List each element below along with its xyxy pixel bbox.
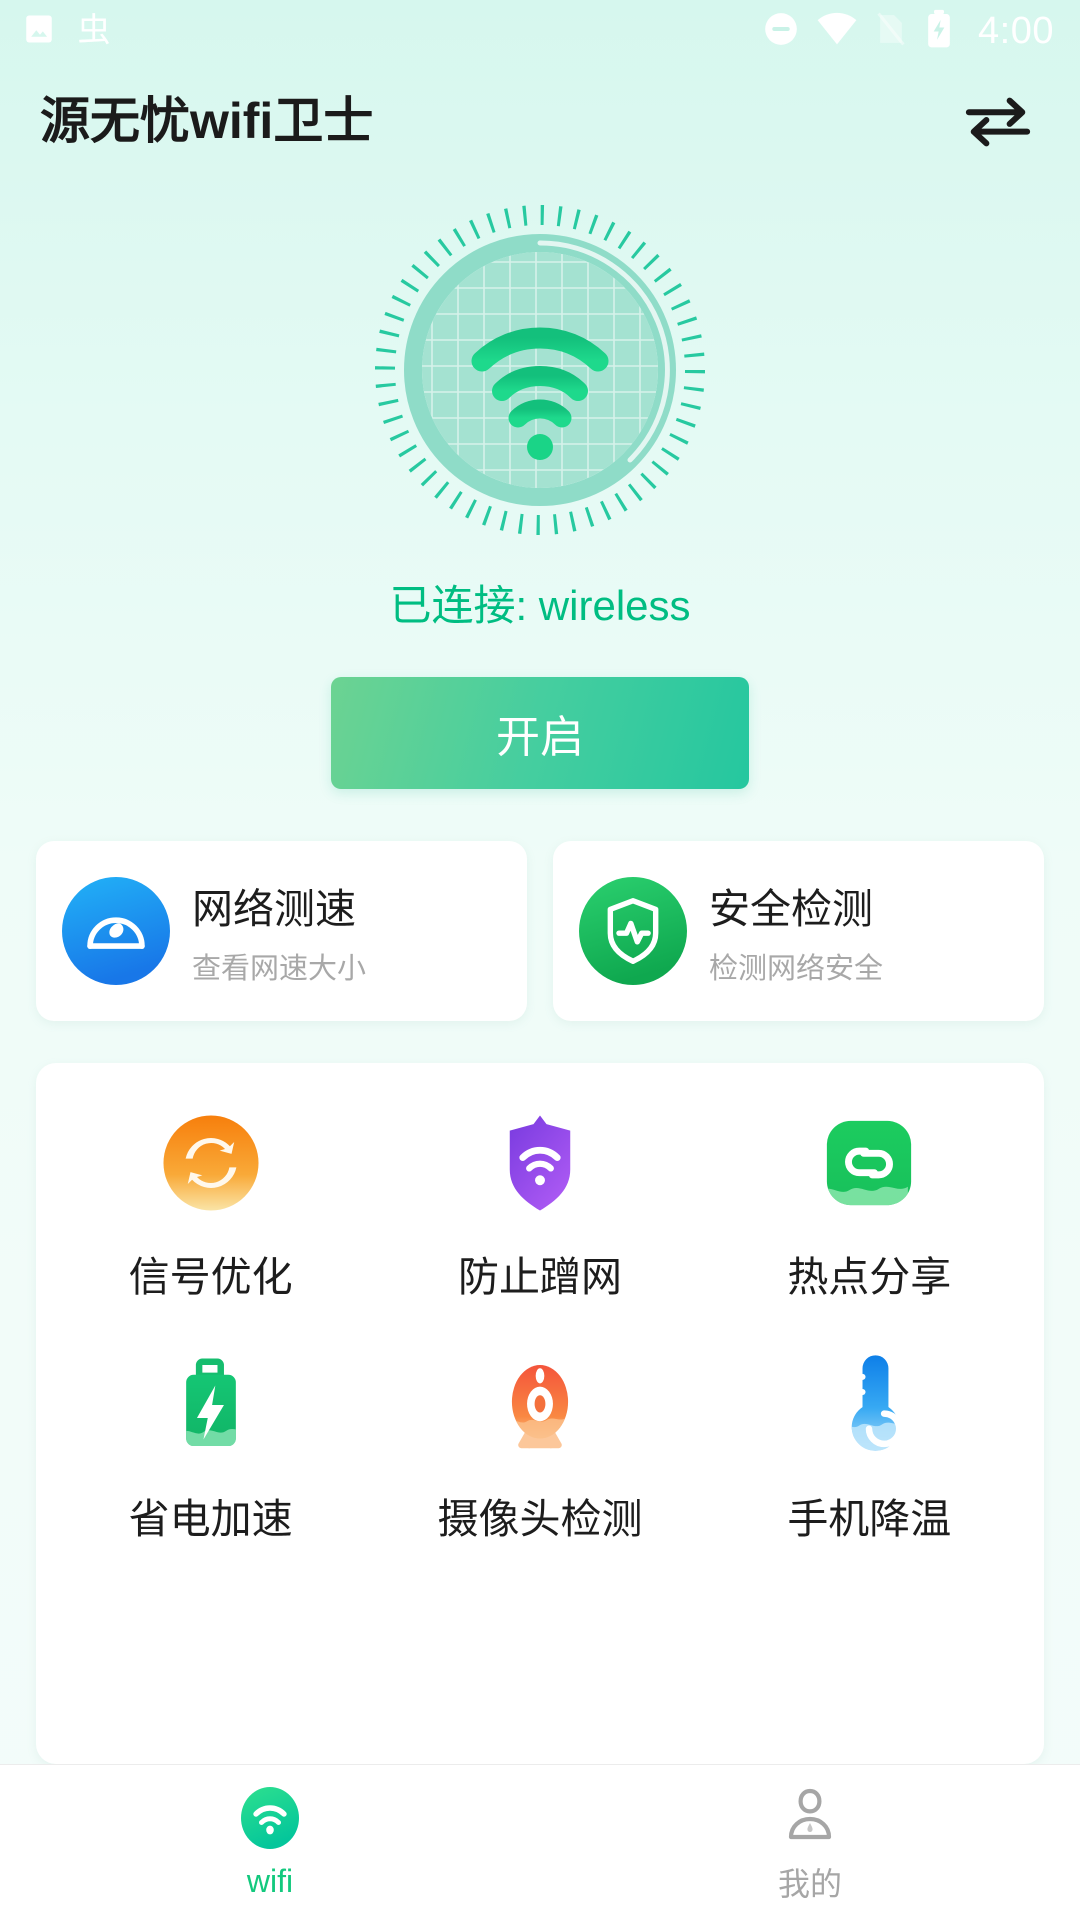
tool-power-saving[interactable]: 省电加速 — [46, 1351, 375, 1545]
feature-cards: 网络测速 查看网速大小 安全检测 检测网络安全 — [0, 841, 1080, 1021]
card-subtitle: 检测网络安全 — [709, 953, 884, 985]
tool-label: 摄像头检测 — [437, 1496, 643, 1542]
card-security-check[interactable]: 安全检测 检测网络安全 — [553, 841, 1044, 1021]
connection-status: 已连接: wireless — [389, 582, 691, 629]
tool-grid-row-2: 省电加速 摄像头检测 手机降温 — [46, 1351, 1034, 1545]
shield-pulse-icon — [579, 877, 687, 985]
primary-action-area: 开启 — [0, 677, 1080, 789]
wifi-icon — [816, 11, 858, 52]
tool-grid-row-1: 信号优化 防止蹭网 热点分享 — [46, 1109, 1034, 1303]
wifi-radar — [0, 190, 1080, 550]
thermometer-icon — [815, 1351, 923, 1459]
tool-hotspot-share[interactable]: 热点分享 — [705, 1109, 1034, 1303]
hotspot-share-icon — [815, 1109, 923, 1217]
do-not-disturb-icon — [762, 10, 800, 53]
status-bar-clock: 4:00 — [978, 9, 1054, 52]
status-bar: 虫 4:00 — [0, 0, 1080, 62]
tool-grid-panel: 信号优化 防止蹭网 热点分享 省电加速 摄像头检测 手机降温 — [36, 1063, 1044, 1764]
card-network-speed-test[interactable]: 网络测速 查看网速大小 — [36, 841, 527, 1021]
bug-icon: 虫 — [76, 9, 112, 54]
webcam-icon — [486, 1351, 594, 1459]
card-security-check-texts: 安全检测 检测网络安全 — [709, 875, 883, 987]
app-root: 虫 4:00 源无忧wifi卫士 已连接: wireless 开启 网络测速 查… — [0, 0, 1080, 1920]
bottom-navigation: wifi 我的 — [0, 1764, 1080, 1920]
nav-tab-wifi[interactable]: wifi — [0, 1765, 540, 1920]
wifi-tab-icon — [237, 1785, 303, 1851]
tool-camera-detection[interactable]: 摄像头检测 — [375, 1351, 704, 1545]
battery-charging-icon — [924, 9, 954, 54]
title-bar: 源无忧wifi卫士 — [0, 62, 1080, 180]
tool-label: 防止蹭网 — [457, 1254, 622, 1300]
image-icon — [22, 11, 56, 52]
card-network-speed-test-texts: 网络测速 查看网速大小 — [192, 875, 366, 987]
swap-arrows-icon[interactable] — [960, 86, 1036, 156]
status-bar-right-icons: 4:00 — [762, 9, 1054, 54]
start-button[interactable]: 开启 — [331, 677, 749, 789]
refresh-circle-icon — [157, 1109, 265, 1217]
tool-label: 信号优化 — [128, 1254, 293, 1300]
person-tab-icon — [777, 1781, 843, 1847]
card-title: 网络测速 — [192, 886, 356, 932]
status-bar-left-icons: 虫 — [22, 9, 112, 54]
tool-signal-optimize[interactable]: 信号优化 — [46, 1109, 375, 1303]
page-title: 源无忧wifi卫士 — [40, 93, 374, 149]
tool-prevent-freeloading[interactable]: 防止蹭网 — [375, 1109, 704, 1303]
shield-wifi-icon — [486, 1109, 594, 1217]
nav-tab-profile[interactable]: 我的 — [540, 1765, 1080, 1920]
nav-tab-label: 我的 — [777, 1865, 842, 1902]
nav-tab-label: wifi — [246, 1863, 294, 1899]
battery-bolt-icon — [157, 1351, 265, 1459]
tool-label: 热点分享 — [787, 1254, 952, 1300]
speedometer-icon — [62, 877, 170, 985]
card-subtitle: 查看网速大小 — [192, 953, 367, 985]
no-sim-icon — [874, 10, 908, 53]
tool-label: 手机降温 — [787, 1496, 952, 1542]
wifi-radar-graphic — [375, 205, 705, 535]
svg-text:虫: 虫 — [78, 10, 111, 49]
card-title: 安全检测 — [709, 886, 873, 932]
tool-phone-cooling[interactable]: 手机降温 — [705, 1351, 1034, 1545]
tool-label: 省电加速 — [128, 1496, 293, 1542]
wifi-signal-dot — [527, 434, 553, 460]
